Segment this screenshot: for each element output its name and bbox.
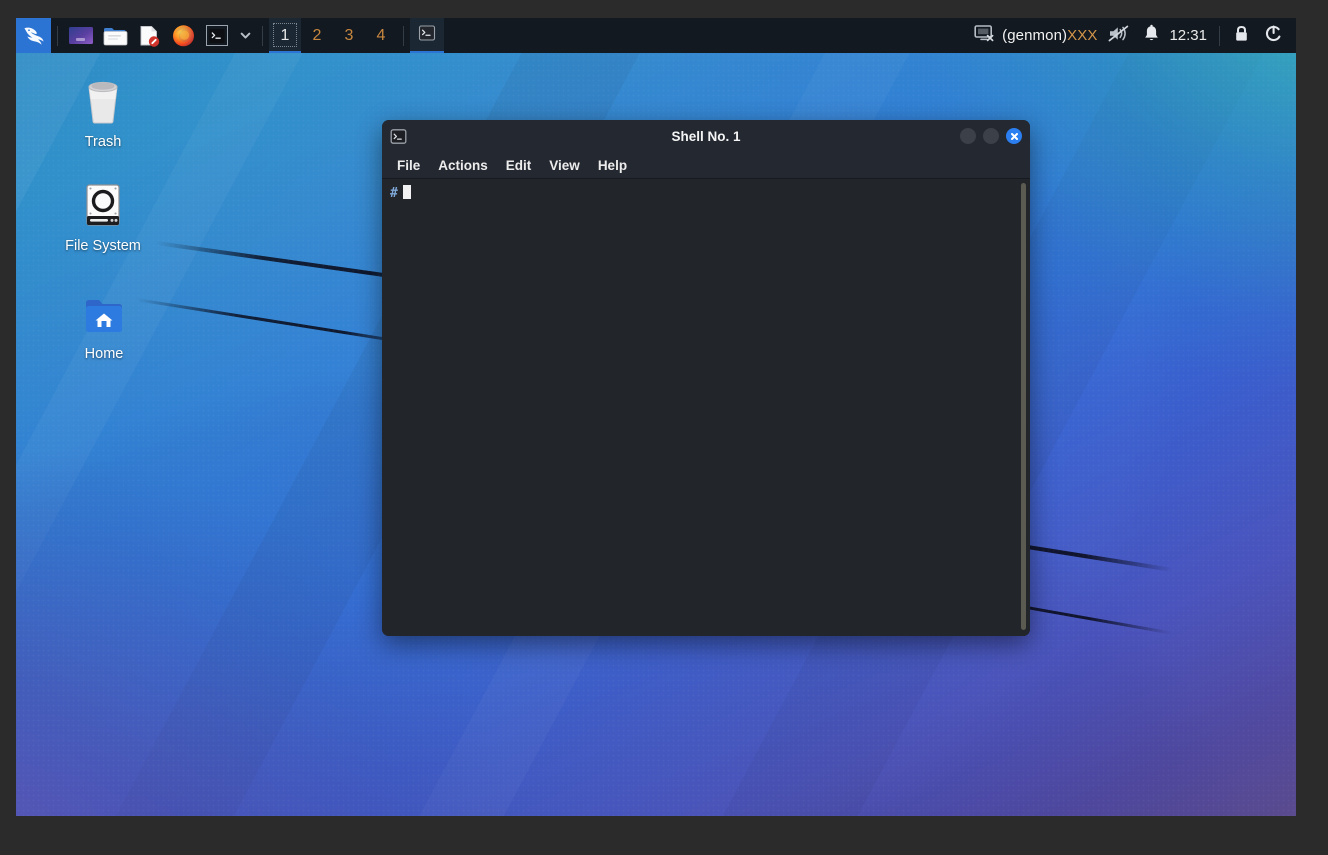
workspace-label: 2 (312, 26, 322, 44)
bell-icon (1143, 24, 1160, 48)
menu-file[interactable]: File (388, 155, 429, 176)
lock-screen-button[interactable] (1226, 18, 1257, 53)
scrollbar-thumb[interactable] (1020, 183, 1026, 630)
terminal-icon (418, 24, 436, 47)
menu-help[interactable]: Help (589, 155, 636, 176)
workspace-label: 4 (376, 26, 386, 44)
panel-separator (57, 25, 58, 46)
terminal-titlebar[interactable]: Shell No. 1 (382, 120, 1030, 152)
clock-time: 12:31 (1169, 27, 1207, 44)
workspace-switcher[interactable]: 1 2 3 4 (269, 18, 397, 53)
close-button[interactable] (1006, 128, 1022, 144)
maximize-button[interactable] (983, 128, 999, 144)
desktop-icon-file-system[interactable]: File System (55, 177, 151, 254)
desktop-icon-trash[interactable]: Trash (55, 73, 151, 150)
shell-prompt: # (390, 186, 398, 201)
desktop-icon-home[interactable]: Home (56, 285, 152, 362)
genmon-label: (genmon)XXX (1002, 27, 1097, 44)
desktop[interactable]: Trash File System Home Shell No. 1 File … (16, 53, 1296, 816)
display-settings-icon (974, 24, 995, 47)
workspace-4[interactable]: 4 (365, 18, 397, 53)
window-controls[interactable] (960, 128, 1022, 144)
logout-button[interactable] (1257, 18, 1290, 53)
system-tray[interactable]: (genmon)XXX 12:31 (970, 18, 1296, 53)
genmon-value: XXX (1067, 27, 1098, 44)
trash-icon (81, 73, 125, 125)
firefox-icon (171, 23, 196, 48)
screen: Trash File System Home Shell No. 1 File … (0, 0, 1328, 855)
terminal-body[interactable]: # (382, 179, 1030, 636)
home-folder-icon (81, 285, 127, 337)
menu-actions[interactable]: Actions (429, 155, 497, 176)
launcher-chevron-down-icon[interactable] (234, 18, 256, 53)
launcher-text-editor[interactable] (132, 18, 166, 53)
launcher-terminal[interactable] (200, 18, 234, 53)
desktop-icon-label: Home (84, 346, 124, 362)
file-manager-icon (102, 25, 129, 47)
genmon-prefix: (genmon) (1002, 27, 1068, 44)
panel-separator (262, 25, 263, 46)
terminal-menubar[interactable]: File Actions Edit View Help (382, 152, 1030, 179)
genmon-plugin[interactable]: (genmon)XXX (970, 18, 1101, 53)
workspace-label: 3 (344, 26, 354, 44)
workspace-2[interactable]: 2 (301, 18, 333, 53)
launcher-show-desktop[interactable] (64, 18, 98, 53)
terminal-window[interactable]: Shell No. 1 File Actions Edit View Help (382, 120, 1030, 636)
lock-icon (1233, 24, 1250, 48)
desktop-icon-label: File System (65, 238, 141, 254)
launcher-web-browser[interactable] (166, 18, 200, 53)
workspace-3[interactable]: 3 (333, 18, 365, 53)
volume-muted-icon (1108, 24, 1129, 48)
kali-dragon-icon (21, 23, 47, 49)
menu-edit[interactable]: Edit (497, 155, 541, 176)
terminal-title: Shell No. 1 (671, 128, 741, 144)
panel-left-group: 1 2 3 4 (16, 18, 444, 53)
terminal-output[interactable]: # (382, 179, 1016, 636)
minimize-button[interactable] (960, 128, 976, 144)
notification-button[interactable] (1136, 18, 1167, 53)
panel-separator (1219, 25, 1220, 46)
menu-view[interactable]: View (540, 155, 589, 176)
volume-button[interactable] (1101, 18, 1136, 53)
show-desktop-icon (68, 26, 94, 46)
launcher-file-manager[interactable] (98, 18, 132, 53)
panel-separator (403, 25, 404, 46)
workspace-label: 1 (280, 26, 290, 44)
terminal-icon (389, 127, 407, 145)
logout-icon (1264, 24, 1283, 48)
clock[interactable]: 12:31 (1167, 18, 1213, 53)
workspace-1[interactable]: 1 (269, 18, 301, 53)
kali-menu-button[interactable] (16, 18, 51, 53)
harddisk-icon (80, 177, 126, 229)
text-editor-icon (137, 24, 161, 48)
terminal-icon (208, 27, 226, 45)
text-cursor (402, 185, 411, 199)
desktop-icon-label: Trash (84, 134, 122, 150)
taskbar-item-shell-no-1[interactable] (410, 18, 444, 53)
terminal-scrollbar[interactable] (1016, 179, 1030, 636)
top-panel[interactable]: 1 2 3 4 (genmon)XXX 12:31 (16, 18, 1296, 53)
